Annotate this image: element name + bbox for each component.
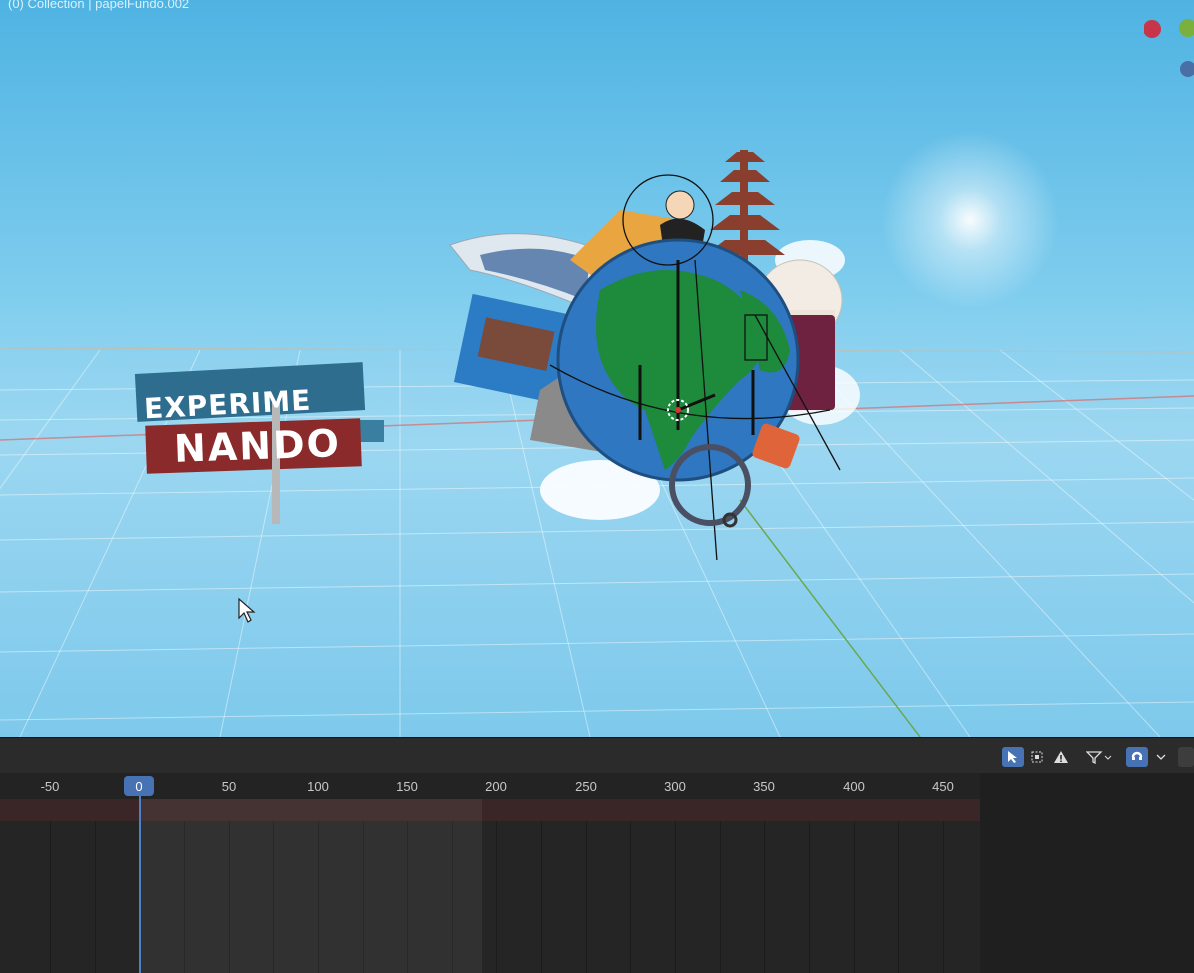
grid-column bbox=[95, 821, 96, 973]
playhead-line[interactable] bbox=[139, 795, 141, 973]
sign-experimentando[interactable]: EXPERIME NANDO bbox=[132, 360, 392, 530]
current-frame-indicator[interactable]: 0 bbox=[124, 776, 154, 796]
ruler-label: 250 bbox=[575, 779, 597, 794]
sign-text-line2: NANDO bbox=[173, 421, 342, 471]
3d-viewport[interactable]: (0) Collection | papelFundo.002 EXPERIME… bbox=[0, 0, 1194, 737]
grid-column bbox=[630, 821, 631, 973]
ruler-label: 100 bbox=[307, 779, 329, 794]
travel-globe-model[interactable] bbox=[440, 110, 880, 560]
grid-column bbox=[586, 821, 587, 973]
active-frame-range bbox=[139, 799, 482, 973]
ruler-label: 400 bbox=[843, 779, 865, 794]
grid-column bbox=[675, 821, 676, 973]
grid-column bbox=[50, 821, 51, 973]
select-icon[interactable] bbox=[1002, 747, 1024, 767]
filter-icon[interactable] bbox=[1082, 747, 1118, 767]
ruler-label: -50 bbox=[40, 779, 60, 794]
cursor-arrow-icon bbox=[238, 598, 256, 623]
box-select-icon[interactable] bbox=[1026, 747, 1048, 767]
overflow-button[interactable] bbox=[1178, 747, 1194, 767]
grid-column bbox=[943, 821, 944, 973]
grid-column bbox=[898, 821, 899, 973]
ruler-label: 200 bbox=[485, 779, 507, 794]
snap-icon[interactable] bbox=[1126, 747, 1148, 767]
timeline-side-region bbox=[980, 773, 1194, 973]
ruler-label: 50 bbox=[221, 779, 237, 794]
axis-gizmo-icon[interactable] bbox=[1144, 8, 1194, 78]
ruler-label: 450 bbox=[932, 779, 954, 794]
ruler-label: 150 bbox=[396, 779, 418, 794]
grid-column bbox=[720, 821, 721, 973]
grid-column bbox=[764, 821, 765, 973]
viewport-object-info: (0) Collection | papelFundo.002 bbox=[8, 0, 190, 11]
snap-dropdown-chevron-down-icon[interactable] bbox=[1150, 747, 1172, 767]
ruler-label: 350 bbox=[753, 779, 775, 794]
sun-glow bbox=[880, 130, 1060, 310]
grid-column bbox=[854, 821, 855, 973]
grid-column bbox=[496, 821, 497, 973]
grid-column bbox=[809, 821, 810, 973]
ruler-label: 300 bbox=[664, 779, 686, 794]
timeline-editor[interactable]: -50 50 100 150 200 250 300 350 400 450 0 bbox=[0, 737, 1194, 973]
grid-column bbox=[541, 821, 542, 973]
timeline-header bbox=[0, 737, 1194, 774]
warning-icon[interactable] bbox=[1050, 747, 1072, 767]
